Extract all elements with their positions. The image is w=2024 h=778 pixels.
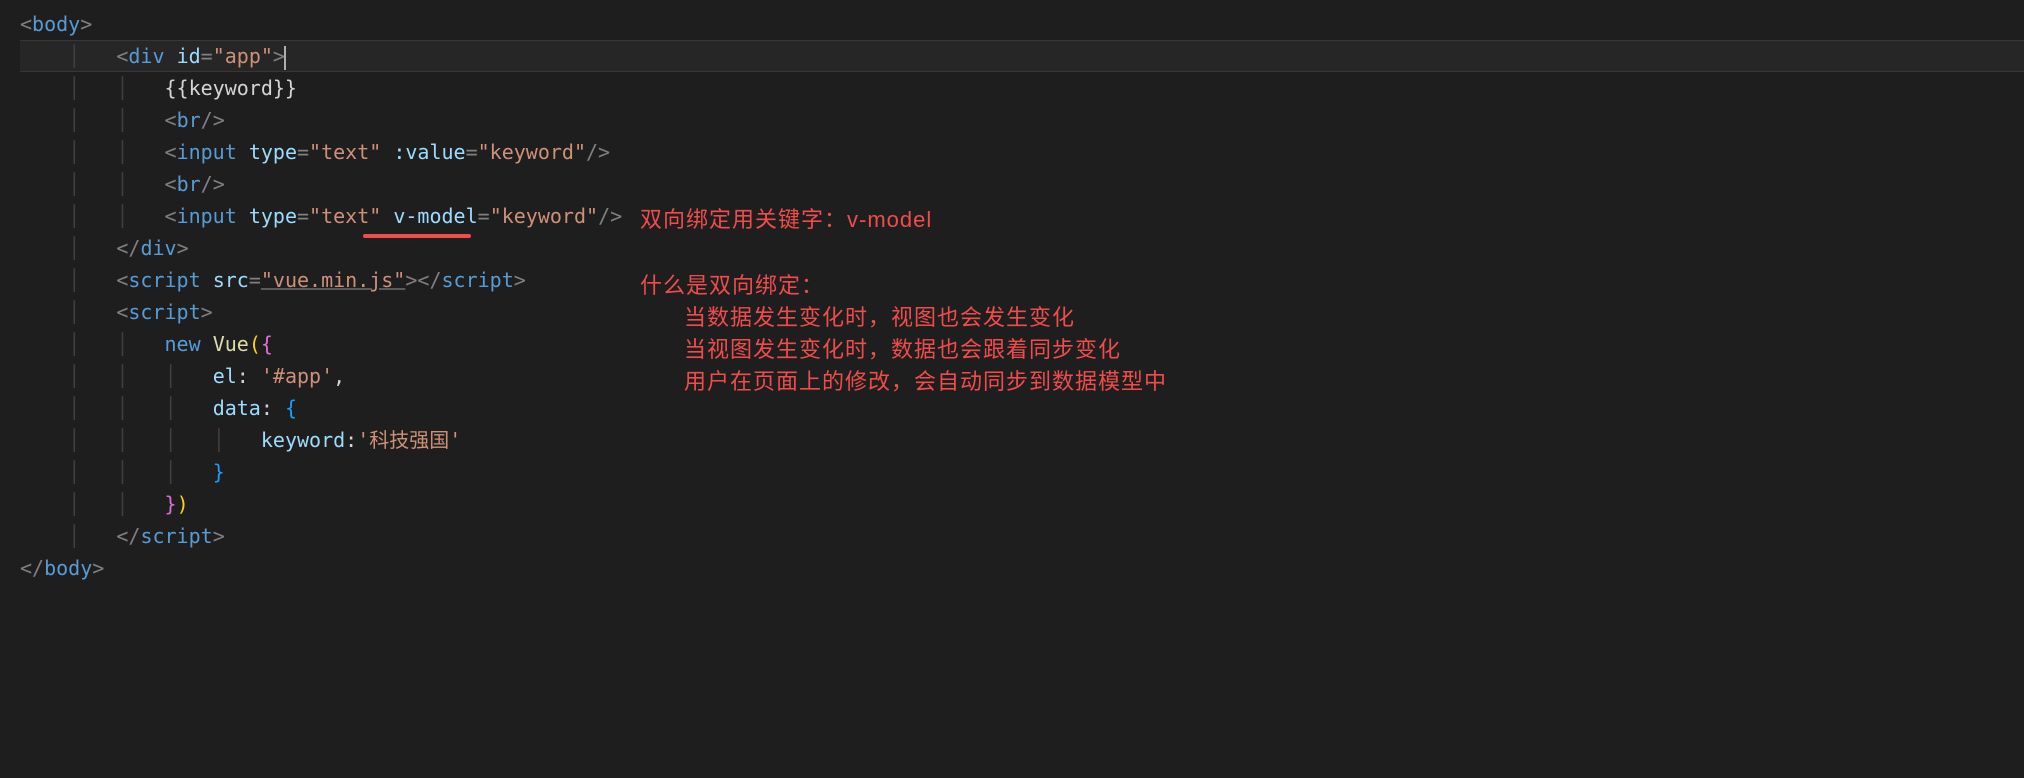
colon: : bbox=[345, 428, 357, 452]
annotation-underline bbox=[363, 234, 471, 238]
annotation-text: 当数据发生变化时，视图也会发生变化 bbox=[684, 300, 1075, 335]
code-line[interactable]: </body> bbox=[20, 552, 2024, 584]
bracket: > bbox=[514, 268, 526, 292]
tag-name: div bbox=[128, 44, 164, 68]
tag-name: script bbox=[442, 268, 514, 292]
string-value: '#app' bbox=[261, 364, 333, 388]
bracket: /> bbox=[201, 108, 225, 132]
attr-name: type bbox=[249, 140, 297, 164]
bracket: < bbox=[116, 300, 128, 324]
annotation-text: 双向绑定用关键字：v-model bbox=[640, 202, 932, 237]
code-line[interactable]: │ │ <br/> bbox=[20, 104, 2024, 136]
bracket: > bbox=[92, 556, 104, 580]
code-line[interactable]: │ │ │ │ keyword:'科技强国' bbox=[20, 424, 2024, 456]
code-editor[interactable]: <body> │ <div id="app"> │ │ {{keyword}} … bbox=[0, 0, 2024, 592]
bracket: > bbox=[213, 524, 225, 548]
attr-value: "text" bbox=[309, 140, 381, 164]
attr-value: "keyword" bbox=[490, 204, 598, 228]
equals: = bbox=[466, 140, 478, 164]
bracket: </ bbox=[417, 268, 441, 292]
bracket: < bbox=[165, 204, 177, 228]
bracket: /> bbox=[586, 140, 610, 164]
bracket: > bbox=[177, 236, 189, 260]
attr-value: "app" bbox=[213, 44, 273, 68]
equals: = bbox=[201, 44, 213, 68]
code-line[interactable]: │ </script> bbox=[20, 520, 2024, 552]
text-cursor bbox=[284, 46, 286, 70]
attr-value: "text" bbox=[309, 204, 381, 228]
tag-name: input bbox=[177, 204, 237, 228]
paren: ( bbox=[249, 332, 261, 356]
code-line[interactable]: │ │ <input type="text" v-model="keyword"… bbox=[20, 200, 2024, 232]
tag-name: div bbox=[140, 236, 176, 260]
tag-name: br bbox=[177, 172, 201, 196]
equals: = bbox=[297, 204, 309, 228]
code-line[interactable]: │ │ <br/> bbox=[20, 168, 2024, 200]
attr-name: v-model bbox=[393, 204, 477, 228]
function-name: Vue bbox=[213, 332, 249, 356]
keyword: new bbox=[165, 332, 201, 356]
bracket: < bbox=[20, 12, 32, 36]
annotation-text: 当视图发生变化时，数据也会跟着同步变化 bbox=[684, 332, 1121, 367]
brace: } bbox=[165, 492, 177, 516]
code-line[interactable]: │ │ }) bbox=[20, 488, 2024, 520]
tag-name: script bbox=[128, 268, 200, 292]
property-key: data bbox=[213, 396, 261, 420]
active-line-highlight bbox=[20, 40, 2024, 72]
bracket: /> bbox=[201, 172, 225, 196]
attr-name: src bbox=[213, 268, 249, 292]
bracket: < bbox=[116, 268, 128, 292]
tag-name: body bbox=[44, 556, 92, 580]
brace: { bbox=[285, 396, 297, 420]
bracket: < bbox=[165, 108, 177, 132]
bracket: </ bbox=[116, 524, 140, 548]
tag-name: script bbox=[128, 300, 200, 324]
attr-name: type bbox=[249, 204, 297, 228]
bracket: > bbox=[201, 300, 213, 324]
attr-value: "vue.min.js" bbox=[261, 268, 406, 292]
colon: : bbox=[261, 396, 273, 420]
template-expression: {{keyword}} bbox=[165, 76, 297, 100]
bracket: > bbox=[80, 12, 92, 36]
code-line[interactable]: │ │ {{keyword}} bbox=[20, 72, 2024, 104]
comma: , bbox=[333, 364, 345, 388]
brace: } bbox=[213, 460, 225, 484]
tag-name: body bbox=[32, 12, 80, 36]
attr-name: id bbox=[177, 44, 201, 68]
bracket: < bbox=[165, 140, 177, 164]
colon: : bbox=[237, 364, 249, 388]
tag-name: script bbox=[140, 524, 212, 548]
code-line[interactable]: │ <script src="vue.min.js"></script> bbox=[20, 264, 2024, 296]
code-line[interactable]: │ </div> bbox=[20, 232, 2024, 264]
attr-name: :value bbox=[393, 140, 465, 164]
tag-name: br bbox=[177, 108, 201, 132]
string-value: '科技强国' bbox=[357, 428, 461, 452]
code-line[interactable]: │ │ <input type="text" :value="keyword"/… bbox=[20, 136, 2024, 168]
bracket: </ bbox=[116, 236, 140, 260]
property-key: el bbox=[213, 364, 237, 388]
equals: = bbox=[297, 140, 309, 164]
code-line[interactable]: <body> bbox=[20, 8, 2024, 40]
equals: = bbox=[249, 268, 261, 292]
tag-name: input bbox=[177, 140, 237, 164]
paren: ) bbox=[177, 492, 189, 516]
code-line[interactable]: │ │ │ } bbox=[20, 456, 2024, 488]
brace: { bbox=[261, 332, 273, 356]
annotation-text: 用户在页面上的修改，会自动同步到数据模型中 bbox=[684, 364, 1167, 399]
code-line-active[interactable]: │ <div id="app"> bbox=[20, 40, 2024, 72]
property-key: keyword bbox=[261, 428, 345, 452]
bracket: /> bbox=[598, 204, 622, 228]
equals: = bbox=[478, 204, 490, 228]
bracket: > bbox=[405, 268, 417, 292]
attr-value: "keyword" bbox=[478, 140, 586, 164]
bracket: < bbox=[116, 44, 128, 68]
annotation-text: 什么是双向绑定： bbox=[640, 268, 824, 303]
bracket: </ bbox=[20, 556, 44, 580]
bracket: < bbox=[165, 172, 177, 196]
